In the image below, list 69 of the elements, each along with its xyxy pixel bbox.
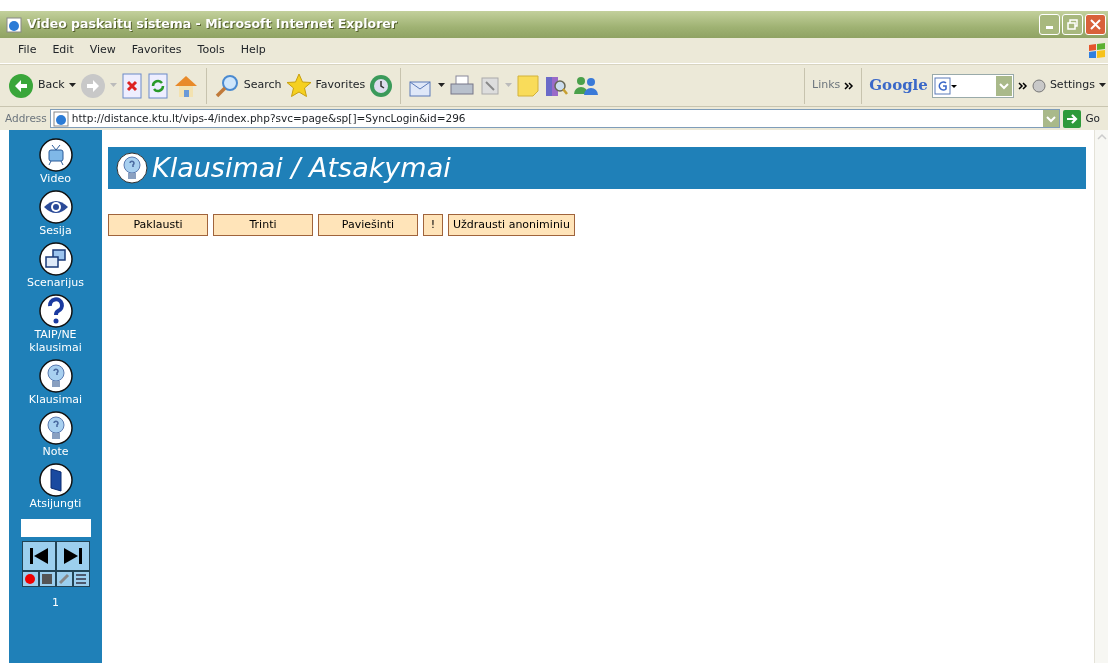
close-icon (1090, 19, 1101, 30)
menu-item[interactable]: Help (232, 42, 274, 59)
record-button[interactable] (21, 571, 39, 587)
address-label: Address (5, 110, 47, 126)
search-button[interactable]: Search (213, 72, 282, 99)
page-number: 1 (52, 595, 59, 611)
edit-icon[interactable] (479, 74, 502, 97)
refresh-icon[interactable] (146, 72, 169, 99)
history-icon[interactable] (369, 73, 394, 98)
action-button[interactable]: ! (423, 214, 443, 236)
g-icon (933, 76, 958, 95)
browser-icon (6, 16, 22, 33)
sidebar-label[interactable]: TAIP/NE klausimai (11, 328, 100, 354)
sidebar-label[interactable]: Note (11, 445, 100, 458)
window-title: Video paskaitų sistema - Microsoft Internet Explorer (27, 15, 397, 34)
action-button[interactable]: Paklausti (108, 214, 208, 236)
tv-icon[interactable] (38, 138, 73, 172)
caret-icon (1099, 83, 1106, 88)
skip-forward-icon (62, 547, 83, 565)
lightbulb-icon[interactable] (38, 411, 73, 445)
chevron-icon[interactable] (1017, 81, 1028, 90)
pen-icon (58, 573, 70, 585)
star-icon (285, 72, 312, 99)
settings-button[interactable]: Settings (1031, 77, 1108, 94)
google-search-field[interactable] (931, 73, 1014, 98)
favorites-button[interactable]: Favorites (285, 72, 366, 99)
google-logo: Google (869, 75, 928, 97)
close-button[interactable] (1085, 14, 1106, 35)
back-button[interactable]: Back (8, 72, 65, 99)
stop-icon[interactable] (120, 72, 143, 99)
stop-square-icon (41, 573, 53, 585)
menu-item[interactable]: View (81, 42, 124, 59)
go-button[interactable]: Go (1063, 109, 1108, 128)
menu-item[interactable]: Tools (189, 42, 233, 59)
question-icon[interactable] (38, 294, 73, 328)
sidebar-label[interactable]: Scenarijus (11, 276, 100, 289)
sidebar-label[interactable]: Klausimai (11, 393, 100, 406)
search-icon (213, 72, 240, 99)
action-button[interactable]: Trinti (213, 214, 313, 236)
windows-icon[interactable] (38, 242, 73, 276)
next-button[interactable] (55, 541, 90, 571)
action-button[interactable]: Uždrausti anoniminiu (448, 214, 575, 236)
menu-item[interactable]: Favorites (123, 42, 190, 59)
previous-button[interactable] (21, 541, 56, 571)
page-field[interactable] (20, 519, 91, 537)
page-title: Klausimai / Atsakymai (152, 150, 451, 185)
sidebar-label[interactable]: Atsijungti (11, 497, 100, 510)
chevron-icon[interactable] (844, 81, 855, 90)
scrollbar[interactable] (1094, 130, 1108, 663)
address-field[interactable]: http://distance.ktu.lt/vips-4/index.php?svc=page&sp[]=SyncLogin&id=296 (49, 109, 1061, 128)
windows-flag-icon (1086, 40, 1108, 61)
menu-item[interactable]: Edit (44, 42, 82, 59)
action-button[interactable]: Paviešinti (318, 214, 418, 236)
caret-icon[interactable] (438, 83, 446, 88)
eye-icon[interactable] (38, 190, 73, 224)
lightbulb-icon[interactable] (38, 359, 73, 393)
radio-icon (1031, 78, 1046, 93)
menu-item[interactable]: File (10, 42, 45, 59)
page-icon (52, 110, 69, 127)
list-icon (75, 573, 87, 585)
caret-icon[interactable] (68, 83, 76, 88)
sidebar-label[interactable]: Sesija (11, 224, 100, 237)
door-icon[interactable] (38, 463, 73, 497)
links-button[interactable]: Links (812, 77, 841, 94)
lightbulb-icon (116, 152, 148, 184)
record-icon (24, 573, 36, 585)
restore-icon (1067, 19, 1078, 30)
sidebar-label[interactable]: Video (11, 172, 100, 185)
skip-back-icon (28, 547, 49, 565)
